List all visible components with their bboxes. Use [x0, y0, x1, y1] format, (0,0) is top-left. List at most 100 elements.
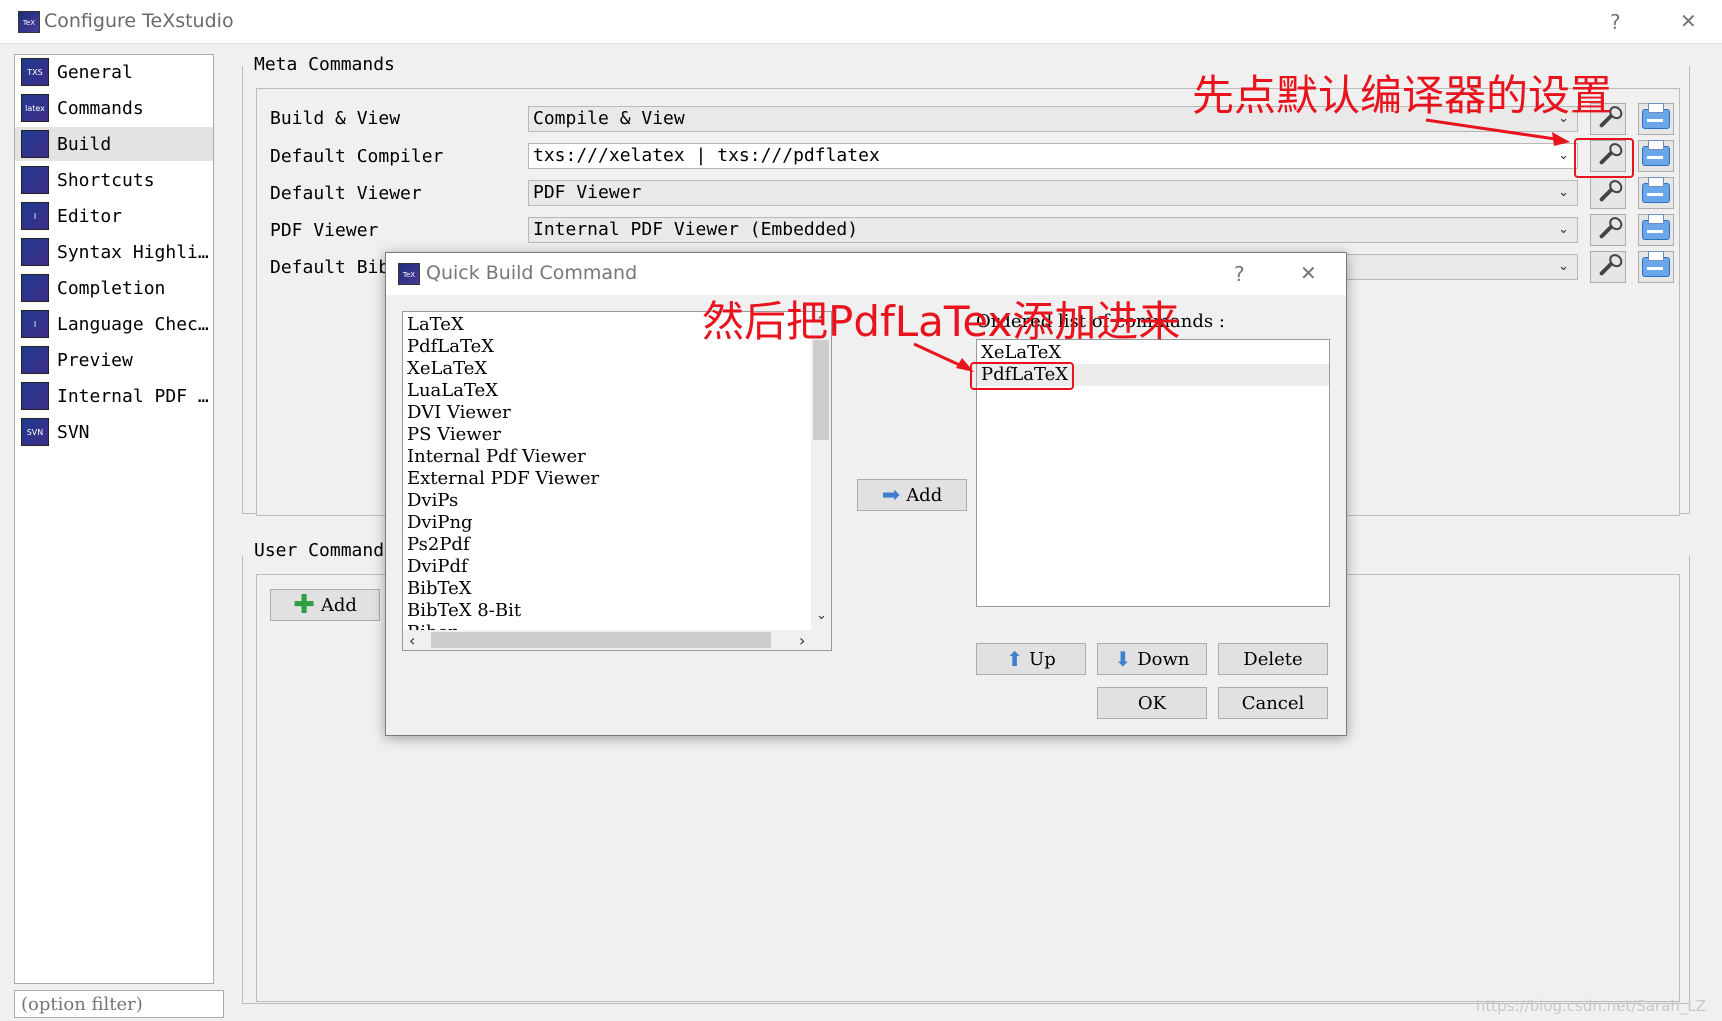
printer-icon: [1642, 177, 1670, 203]
list-item[interactable]: Ps2Pdf: [407, 534, 470, 555]
preview-icon: [21, 346, 49, 374]
help-button[interactable]: ?: [1610, 10, 1621, 34]
chevron-left-icon[interactable]: ‹: [409, 631, 415, 650]
default-compiler-save-button[interactable]: [1638, 140, 1674, 172]
build-view-label: Build & View: [270, 108, 401, 129]
sidebar-item-label: Completion: [57, 277, 166, 299]
cancel-button[interactable]: Cancel: [1218, 687, 1328, 719]
chevron-right-icon[interactable]: ›: [799, 631, 805, 650]
window-titlebar: TeX Configure TeXstudio ? ✕: [0, 0, 1722, 44]
list-item[interactable]: DVI Viewer: [407, 402, 511, 423]
list-item[interactable]: BibTeX: [407, 578, 472, 599]
scrollbar-thumb[interactable]: [813, 340, 829, 440]
wrench-icon: [1598, 183, 1618, 203]
default-bibliography-save-button[interactable]: [1638, 251, 1674, 283]
pdf-viewer-combo[interactable]: Internal PDF Viewer (Embedded) ⌄: [528, 217, 1578, 243]
arrow-right-icon: ➡: [881, 482, 901, 508]
chevron-down-icon: ⌄: [1558, 259, 1569, 274]
pdf-viewer-config-button[interactable]: [1590, 214, 1626, 246]
move-down-button[interactable]: ⬇ Down: [1097, 643, 1207, 675]
wrench-icon: [1598, 220, 1618, 240]
sidebar-item-build[interactable]: Build: [15, 127, 213, 161]
default-bibliography-config-button[interactable]: [1590, 251, 1626, 283]
printer-icon: [1642, 251, 1670, 277]
printer-icon: [1642, 214, 1670, 240]
sidebar-item-label: Shortcuts: [57, 169, 155, 191]
pdf-viewer-value: Internal PDF Viewer (Embedded): [533, 219, 859, 240]
texstudio-app-icon: TeX: [398, 263, 420, 285]
arrow-down-icon: ⬇: [1114, 647, 1132, 671]
meta-commands-title: Meta Commands: [248, 54, 401, 75]
sidebar-item-internal-pdf[interactable]: Internal PDF …: [21, 379, 215, 413]
arrow-up-icon: ⬆: [1006, 647, 1024, 671]
list-item[interactable]: LuaLaTeX: [407, 380, 498, 401]
sidebar-item-language-checking[interactable]: I Language Chec…: [21, 307, 215, 341]
wrench-icon: [1598, 257, 1618, 277]
ok-button[interactable]: OK: [1097, 687, 1207, 719]
add-command-label: Add: [906, 484, 943, 506]
pdf-viewer-save-button[interactable]: [1638, 214, 1674, 246]
build-icon: [21, 130, 49, 158]
sidebar-item-svn[interactable]: SVN SVN: [21, 415, 215, 449]
build-view-value: Compile & View: [533, 108, 685, 129]
latex-commands-icon: latex: [21, 94, 49, 122]
default-viewer-combo[interactable]: PDF Viewer ⌄: [528, 180, 1578, 206]
completion-icon: [21, 274, 49, 302]
move-down-label: Down: [1137, 648, 1190, 670]
sidebar-item-commands[interactable]: latex Commands: [21, 91, 215, 125]
list-item[interactable]: DviPs: [407, 490, 458, 511]
sidebar-item-syntax-highlighting[interactable]: Syntax Highli…: [21, 235, 215, 269]
settings-category-list[interactable]: TXS General latex Commands Build Shortcu…: [14, 54, 214, 984]
annotation-highlight-pdflatex: [970, 362, 1074, 390]
sidebar-item-label: Build: [57, 133, 112, 155]
horizontal-scrollbar[interactable]: ‹ ›: [403, 630, 831, 650]
list-item[interactable]: XeLaTeX: [407, 358, 487, 379]
list-item[interactable]: BibTeX 8-Bit: [407, 600, 521, 621]
default-compiler-value: txs:///xelatex | txs:///pdflatex: [533, 145, 880, 166]
printer-icon: [1642, 103, 1670, 129]
sidebar-item-completion[interactable]: Completion: [21, 271, 215, 305]
sidebar-item-shortcuts[interactable]: Shortcuts: [21, 163, 215, 197]
build-view-save-button[interactable]: [1638, 103, 1674, 135]
annotation-arrow-1: [1425, 118, 1570, 146]
sidebar-item-label: Commands: [57, 97, 144, 119]
sidebar-item-label: Language Chec…: [57, 313, 209, 335]
list-item[interactable]: PS Viewer: [407, 424, 501, 445]
delete-button[interactable]: Delete: [1218, 643, 1328, 675]
sidebar-item-editor[interactable]: I Editor: [21, 199, 215, 233]
sidebar-item-label: Syntax Highli…: [57, 241, 209, 263]
dialog-title: Quick Build Command: [426, 262, 638, 284]
default-viewer-value: PDF Viewer: [533, 182, 642, 203]
watermark: https://blog.csdn.net/Sarah_LZ: [1475, 997, 1706, 1015]
dialog-help-button[interactable]: ?: [1234, 262, 1245, 286]
sidebar-item-general[interactable]: TXS General: [21, 55, 215, 89]
available-commands-list[interactable]: LaTeX PdfLaTeX XeLaTeX LuaLaTeX DVI View…: [402, 311, 832, 651]
scrollbar-thumb[interactable]: [431, 632, 771, 648]
sidebar-item-label: General: [57, 61, 133, 83]
list-item[interactable]: Internal Pdf Viewer: [407, 446, 586, 467]
move-up-button[interactable]: ⬆ Up: [976, 643, 1086, 675]
list-item[interactable]: DviPng: [407, 512, 473, 533]
default-viewer-config-button[interactable]: [1590, 177, 1626, 209]
add-command-button[interactable]: ➡ Add: [857, 479, 967, 511]
sidebar-item-label: Editor: [57, 205, 123, 227]
syntax-icon: [21, 238, 49, 266]
option-filter-input[interactable]: [14, 990, 224, 1018]
default-viewer-save-button[interactable]: [1638, 177, 1674, 209]
list-item[interactable]: LaTeX: [407, 314, 464, 335]
list-item[interactable]: DviPdf: [407, 556, 468, 577]
close-button[interactable]: ✕: [1680, 9, 1697, 33]
move-up-label: Up: [1029, 648, 1056, 670]
vertical-scrollbar[interactable]: ⌃ ⌄: [811, 312, 831, 630]
add-user-command-button[interactable]: ✚ Add: [270, 589, 380, 621]
sidebar-item-preview[interactable]: Preview: [21, 343, 215, 377]
default-compiler-label: Default Compiler: [270, 146, 444, 167]
add-user-command-label: Add: [320, 594, 357, 616]
list-item[interactable]: PdfLaTeX: [407, 336, 494, 357]
dialog-close-button[interactable]: ✕: [1300, 261, 1317, 285]
printer-icon: [1642, 140, 1670, 166]
list-item[interactable]: External PDF Viewer: [407, 468, 599, 489]
annotation-highlight-config-button: [1574, 138, 1634, 178]
sidebar-item-label: SVN: [57, 421, 90, 443]
chevron-down-icon[interactable]: ⌄: [816, 608, 827, 623]
